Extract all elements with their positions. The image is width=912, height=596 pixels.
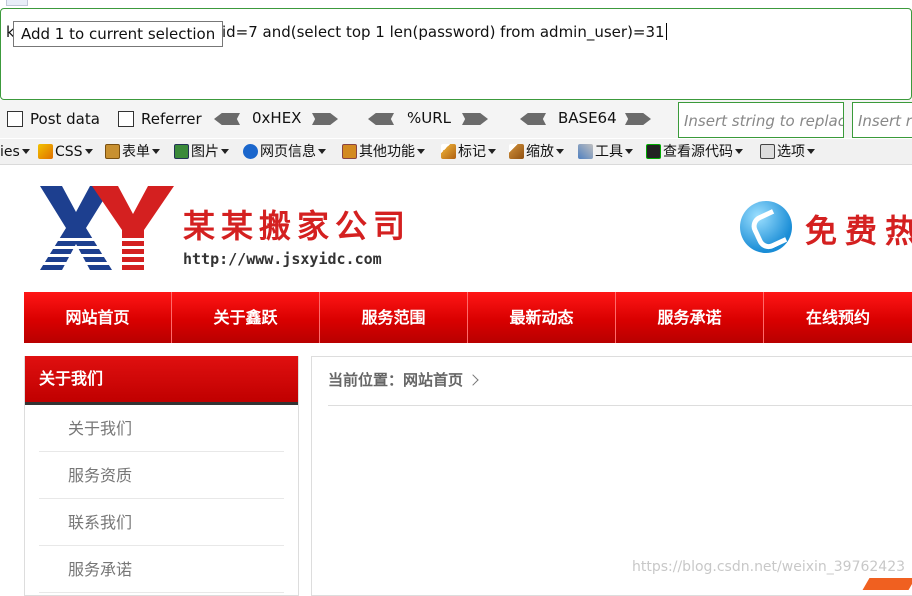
chevron-down-icon [807,149,815,154]
breadcrumb-text[interactable]: 当前位置：网站首页 [328,371,463,389]
chevron-down-icon [735,149,743,154]
menu-label: 网页信息 [260,144,316,160]
menu-label: 其他功能 [359,144,415,160]
phone-icon [740,201,792,253]
breadcrumb: 当前位置：网站首页 [328,369,479,390]
form-icon [105,144,120,159]
menu-label: 查看源代码 [663,144,733,160]
hotline-text: 免费热 [805,212,912,250]
info-icon [243,144,258,159]
hex-decode-arrow-icon[interactable] [214,113,240,125]
hackbar-url-textarea[interactable]: k ?id=7 and(select top 1 len(password) f… [0,8,912,100]
menu-view-source[interactable]: 查看源代码 [646,142,743,162]
menu-tools[interactable]: 工具 [578,142,633,162]
nav-item-home[interactable]: 网站首页 [24,292,172,343]
chevron-down-icon [318,149,326,154]
nav-item-news[interactable]: 最新动态 [468,292,616,343]
menu-outline[interactable]: 标记 [441,142,496,162]
post-data-checkbox[interactable] [7,111,23,127]
nav-item-about[interactable]: 关于鑫跃 [172,292,320,343]
nav-item-booking[interactable]: 在线预约 [764,292,912,343]
menu-label: CSS [55,144,83,160]
sidebar-item-about[interactable]: 关于我们 [39,405,284,452]
url-decode-arrow-icon[interactable] [368,113,394,125]
chevron-down-icon [417,149,425,154]
chevron-down-icon [625,149,633,154]
post-data-label[interactable]: Post data [30,110,100,128]
divider [328,405,912,406]
url-label: %URL [407,109,452,127]
tooltip: Add 1 to current selection [13,21,224,47]
referrer-checkbox[interactable] [118,111,134,127]
base64-decode-arrow-icon[interactable] [520,113,546,125]
misc-icon [342,144,357,159]
main-nav: 网站首页 关于鑫跃 服务范围 最新动态 服务承诺 在线预约 [24,292,912,343]
menu-options[interactable]: 选项 [760,142,815,162]
brand-name: 某某搬家公司 [183,207,412,245]
options-icon [760,144,775,159]
chevron-down-icon [21,149,30,154]
sidebar-item-qualification[interactable]: 服务资质 [39,452,284,499]
source-icon [646,144,661,159]
menu-cookies[interactable]: ies [0,142,30,162]
image-icon [174,144,189,159]
base64-label: BASE64 [558,109,617,127]
resize-icon [509,144,524,159]
chevron-down-icon [488,149,496,154]
menu-label: 标记 [458,144,486,160]
chevron-down-icon [152,149,160,154]
css-icon [38,144,53,159]
tab-fragment [6,0,28,6]
logo-y-mark [92,186,174,270]
chevron-down-icon [221,149,229,154]
menu-label: 图片 [191,144,219,160]
sidebar-item-contact[interactable]: 联系我们 [39,499,284,546]
menu-label: 表单 [122,144,150,160]
watermark: https://blog.csdn.net/weixin_39762423 [632,559,906,575]
chevron-down-icon [84,149,93,154]
base64-encode-arrow-icon[interactable] [625,113,651,125]
nav-item-promise[interactable]: 服务承诺 [616,292,764,343]
corner-decoration [862,578,912,590]
web-developer-toolbar: ies CSS 表单 图片 网页信息 其他功能 标记 缩放 工具 查看源代码 选… [0,139,912,165]
tools-icon [578,144,593,159]
menu-images[interactable]: 图片 [174,142,229,162]
menu-css[interactable]: CSS [38,142,93,162]
hex-label: 0xHEX [252,109,302,127]
sidebar: 关于我们 关于我们 服务资质 联系我们 服务承诺 [24,356,299,596]
replacing-string-input[interactable]: Insert re [852,102,912,138]
url-encode-arrow-icon[interactable] [462,113,488,125]
replace-string-input[interactable]: Insert string to replace [678,102,844,138]
chevron-right-icon [467,374,479,386]
hex-encode-arrow-icon[interactable] [312,113,338,125]
nav-item-services[interactable]: 服务范围 [320,292,468,343]
menu-miscellaneous[interactable]: 其他功能 [342,142,425,162]
web-page: 某某搬家公司 http://www.jsxyidc.com 免费热 网站首页 关… [0,166,912,596]
menu-label: 工具 [595,144,623,160]
menu-label: 选项 [777,144,805,160]
menu-information[interactable]: 网页信息 [243,142,326,162]
outline-icon [441,144,456,159]
hackbar-options-row: Post data Referrer 0xHEX %URL BASE64 Ins… [0,100,912,138]
url-text: ?id=7 and(select top 1 len(password) fro… [214,23,665,41]
brand-domain: http://www.jsxyidc.com [183,250,382,268]
referrer-label[interactable]: Referrer [141,110,202,128]
sidebar-title: 关于我们 [25,356,298,405]
menu-label: ies [0,144,20,160]
window-top-strip [0,0,912,8]
chevron-down-icon [556,149,564,154]
menu-label: 缩放 [526,144,554,160]
menu-resize[interactable]: 缩放 [509,142,564,162]
menu-forms[interactable]: 表单 [105,142,160,162]
